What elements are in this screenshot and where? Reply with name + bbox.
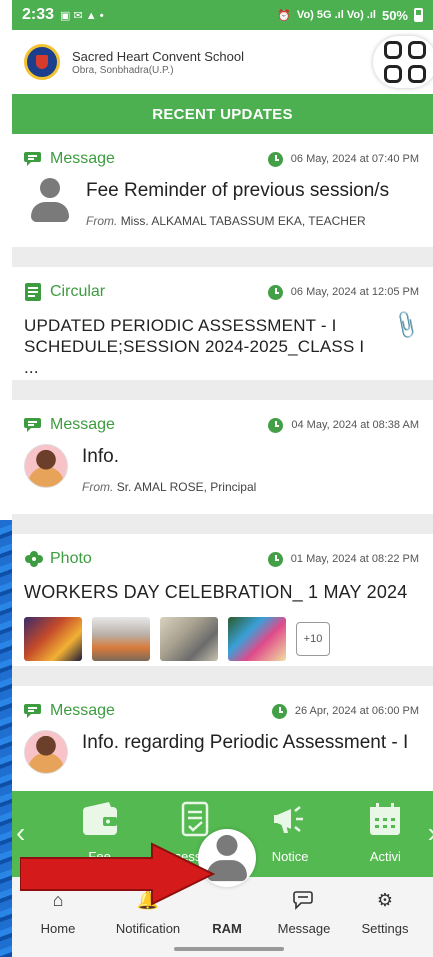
from-prefix: From.	[86, 214, 118, 228]
gesture-home-indicator[interactable]	[174, 947, 284, 951]
message-chat-icon	[24, 418, 41, 432]
more-photos-button[interactable]: +10	[296, 622, 330, 656]
clock-icon	[267, 551, 283, 567]
card-type-label: Message	[50, 702, 115, 719]
circular-document-icon	[25, 283, 41, 301]
feed-card-message[interactable]: Message 04 May, 2024 at 08:38 AM Info. F…	[12, 400, 433, 514]
photo-flower-icon	[25, 551, 43, 567]
updates-feed: Message 06 May, 2024 at 07:40 PM Fee Rem…	[12, 134, 433, 776]
card-title: Info.	[82, 446, 119, 467]
feed-card-photo[interactable]: Photo 01 May, 2024 at 08:22 PM WORKERS D…	[12, 534, 433, 666]
card-date-text: 01 May, 2024 at 08:22 PM	[290, 553, 419, 565]
nav-message-label: Message	[277, 921, 331, 936]
card-sender: From. Sr. AMAL ROSE, Principal	[82, 480, 256, 494]
signal-indicators: Vo) 5G .ıl Vo) .ıl	[296, 9, 376, 21]
wallet-icon	[82, 802, 117, 835]
card-date: 04 May, 2024 at 08:38 AM	[268, 417, 419, 433]
photo-thumbnail[interactable]	[24, 617, 82, 661]
card-separator	[12, 666, 433, 686]
nav-message[interactable]: Message	[264, 887, 344, 936]
banner-title: RECENT UPDATES	[152, 105, 293, 123]
status-bar: 2:33 ▣ ✉ ▲ • ⏰ Vo) 5G .ıl Vo) .ıl 50%	[12, 0, 433, 30]
card-type: Message	[24, 416, 115, 434]
clock-icon	[267, 151, 283, 167]
card-type-label: Message	[50, 416, 115, 433]
card-type-label: Circular	[50, 283, 106, 300]
card-date-text: 26 Apr, 2024 at 06:00 PM	[294, 705, 419, 717]
apps-grid-button[interactable]	[373, 36, 433, 88]
default-avatar-icon	[28, 178, 72, 222]
photo-thumbnails: +10	[24, 617, 419, 661]
card-title: Info. regarding Periodic Assessment - I	[82, 732, 409, 753]
card-date: 26 Apr, 2024 at 06:00 PM	[271, 703, 419, 719]
card-title: Fee Reminder of previous session/s	[86, 180, 390, 201]
card-sender: From. Miss. ALKAMAL TABASSUM EKA, TEACHE…	[86, 214, 389, 228]
feed-card-message[interactable]: Message 06 May, 2024 at 07:40 PM Fee Rem…	[12, 134, 433, 247]
quick-notice-label: Notice	[271, 849, 309, 864]
card-type: Message	[24, 702, 115, 720]
megaphone-icon	[274, 806, 304, 833]
grid-square-icon	[408, 65, 426, 83]
photo-thumbnail[interactable]	[160, 617, 218, 661]
battery-icon	[414, 8, 423, 22]
recent-updates-banner: RECENT UPDATES	[12, 94, 433, 134]
nav-settings-label: Settings	[361, 921, 409, 936]
nav-ram-label: RAM	[212, 921, 242, 936]
sender-photo-avatar	[24, 444, 68, 488]
status-time: 2:33	[22, 6, 55, 23]
card-date: 06 May, 2024 at 12:05 PM	[267, 284, 419, 300]
app-header: Sacred Heart Convent School Obra, Sonbha…	[12, 30, 433, 94]
from-name: Sr. AMAL ROSE, Principal	[116, 480, 257, 494]
assessment-clipboard-icon	[181, 801, 209, 837]
nav-home-label: Home	[40, 921, 76, 936]
card-separator	[12, 247, 433, 267]
card-type-label: Photo	[50, 550, 92, 567]
card-date-text: 06 May, 2024 at 12:05 PM	[290, 286, 419, 298]
calendar-icon	[370, 803, 401, 835]
card-title: WORKERS DAY CELEBRATION_ 1 MAY 2024	[24, 582, 408, 602]
gear-icon: ⚙	[376, 889, 394, 910]
quick-notice-button[interactable]: Notice	[243, 801, 338, 864]
quick-activity-button[interactable]: Activi	[338, 801, 433, 864]
grid-square-icon	[408, 41, 426, 59]
nav-notification-label: Notification	[115, 921, 181, 936]
alarm-icon: ⏰	[277, 9, 291, 22]
from-prefix: From.	[82, 480, 114, 494]
from-name: Miss. ALKAMAL TABASSUM EKA, TEACHER	[120, 214, 366, 228]
card-type-label: Message	[50, 150, 115, 167]
card-type: Photo	[24, 550, 92, 568]
card-separator	[12, 514, 433, 534]
clock-icon	[268, 417, 284, 433]
clock-icon	[271, 703, 287, 719]
grid-square-icon	[384, 65, 402, 83]
card-date: 06 May, 2024 at 07:40 PM	[267, 151, 419, 167]
feed-card-message[interactable]: Message 26 Apr, 2024 at 06:00 PM Info. r…	[12, 686, 433, 776]
message-chat-icon	[24, 704, 41, 718]
card-separator	[12, 380, 433, 400]
status-notification-icons: ▣ ✉ ▲ •	[60, 9, 104, 22]
red-pointer-arrow	[20, 842, 215, 906]
photo-thumbnail[interactable]	[92, 617, 150, 661]
quick-activity-label: Activi	[369, 849, 401, 864]
card-date: 01 May, 2024 at 08:22 PM	[267, 551, 419, 567]
clock-icon	[267, 284, 283, 300]
phone-screen: 2:33 ▣ ✉ ▲ • ⏰ Vo) 5G .ıl Vo) .ıl 50% Sa…	[12, 0, 433, 957]
card-type: Circular	[24, 283, 105, 301]
feed-card-circular[interactable]: Circular 06 May, 2024 at 12:05 PM UPDATE…	[12, 267, 433, 380]
nav-settings[interactable]: ⚙ Settings	[345, 887, 425, 937]
school-name: Sacred Heart Convent School	[72, 48, 244, 64]
message-chat-icon	[24, 152, 41, 166]
school-info: Sacred Heart Convent School Obra, Sonbha…	[72, 49, 244, 76]
grid-square-icon	[384, 41, 402, 59]
school-place: Obra, Sonbhadra(U.P.)	[72, 64, 174, 76]
photo-thumbnail[interactable]	[228, 617, 286, 661]
battery-level: 50%	[381, 7, 408, 23]
message-chat-icon	[293, 891, 313, 910]
school-logo	[24, 44, 60, 80]
card-type: Message	[24, 150, 115, 168]
sender-photo-avatar	[24, 730, 68, 774]
card-date-text: 04 May, 2024 at 08:38 AM	[291, 419, 419, 431]
card-title: UPDATED PERIODIC ASSESSMENT - I SCHEDULE…	[24, 316, 365, 377]
card-date-text: 06 May, 2024 at 07:40 PM	[290, 153, 419, 165]
